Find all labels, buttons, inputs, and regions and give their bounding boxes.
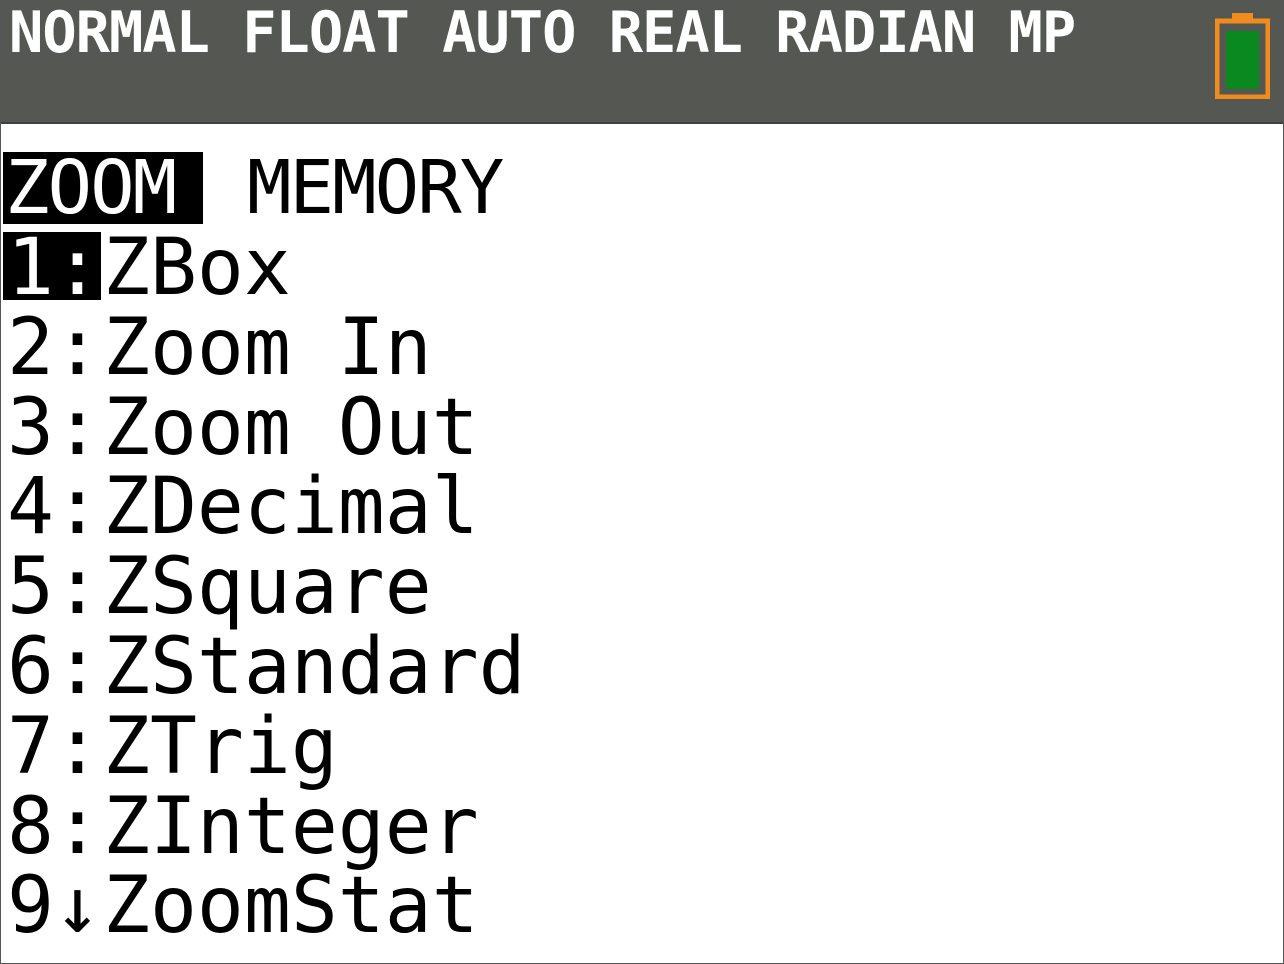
tab-memory[interactable]: MEMORY [247, 151, 547, 225]
tab-zoom[interactable]: ZOOM [3, 151, 203, 225]
menu-item-label: ZBox [103, 223, 291, 313]
menu-item-zinteger[interactable]: 8: ZInteger [1, 781, 479, 872]
menu-item-label: ZTrig [103, 701, 338, 792]
battery-icon [1215, 13, 1270, 99]
menu-item-number: 5: [7, 542, 101, 633]
menu-item-label: ZStandard [103, 621, 526, 712]
menu-item-number: 9↓ [7, 861, 101, 952]
menu-item-zbox[interactable]: 1: ZBox [1, 223, 377, 313]
menu-item-label: ZDecimal [103, 462, 479, 553]
calculator-screen: NORMAL FLOAT AUTO REAL RADIAN MP ZOOM ME… [0, 0, 1284, 964]
menu-item-number: 3: [7, 382, 101, 473]
menu-item-number: 6: [7, 621, 101, 712]
menu-item-zoom-out[interactable]: 3: Zoom Out [1, 382, 479, 473]
menu-item-zoomstat[interactable]: 9↓ ZoomStat [1, 861, 479, 952]
menu-item-ztrig[interactable]: 7: ZTrig [1, 701, 377, 792]
menu-item-number: 4: [7, 462, 101, 553]
menu-item-number: 8: [7, 781, 101, 872]
menu-item-label: Zoom In [103, 302, 432, 393]
menu-items: 1: ZBox 2: Zoom In 3: Zoom Out 4: ZDecim… [1, 223, 526, 952]
menu-item-number: 1: [3, 229, 101, 307]
menu-item-zdecimal[interactable]: 4: ZDecimal [1, 462, 479, 553]
menu-item-label: ZInteger [103, 781, 479, 872]
status-bar: NORMAL FLOAT AUTO REAL RADIAN MP [1, 1, 1283, 124]
menu-item-zoom-in[interactable]: 2: Zoom In [1, 302, 432, 393]
mode-status-text: NORMAL FLOAT AUTO REAL RADIAN MP [9, 0, 1076, 66]
menu-item-label: ZSquare [103, 542, 432, 633]
menu-item-number: 2: [7, 302, 101, 393]
menu-item-number: 7: [7, 701, 101, 792]
menu-item-zsquare[interactable]: 5: ZSquare [1, 542, 432, 633]
menu-item-label: ZoomStat [103, 861, 479, 952]
menu-item-label: Zoom Out [103, 382, 479, 473]
menu-item-zstandard[interactable]: 6: ZStandard [1, 621, 526, 712]
menu-tabs: ZOOM MEMORY [1, 151, 504, 230]
